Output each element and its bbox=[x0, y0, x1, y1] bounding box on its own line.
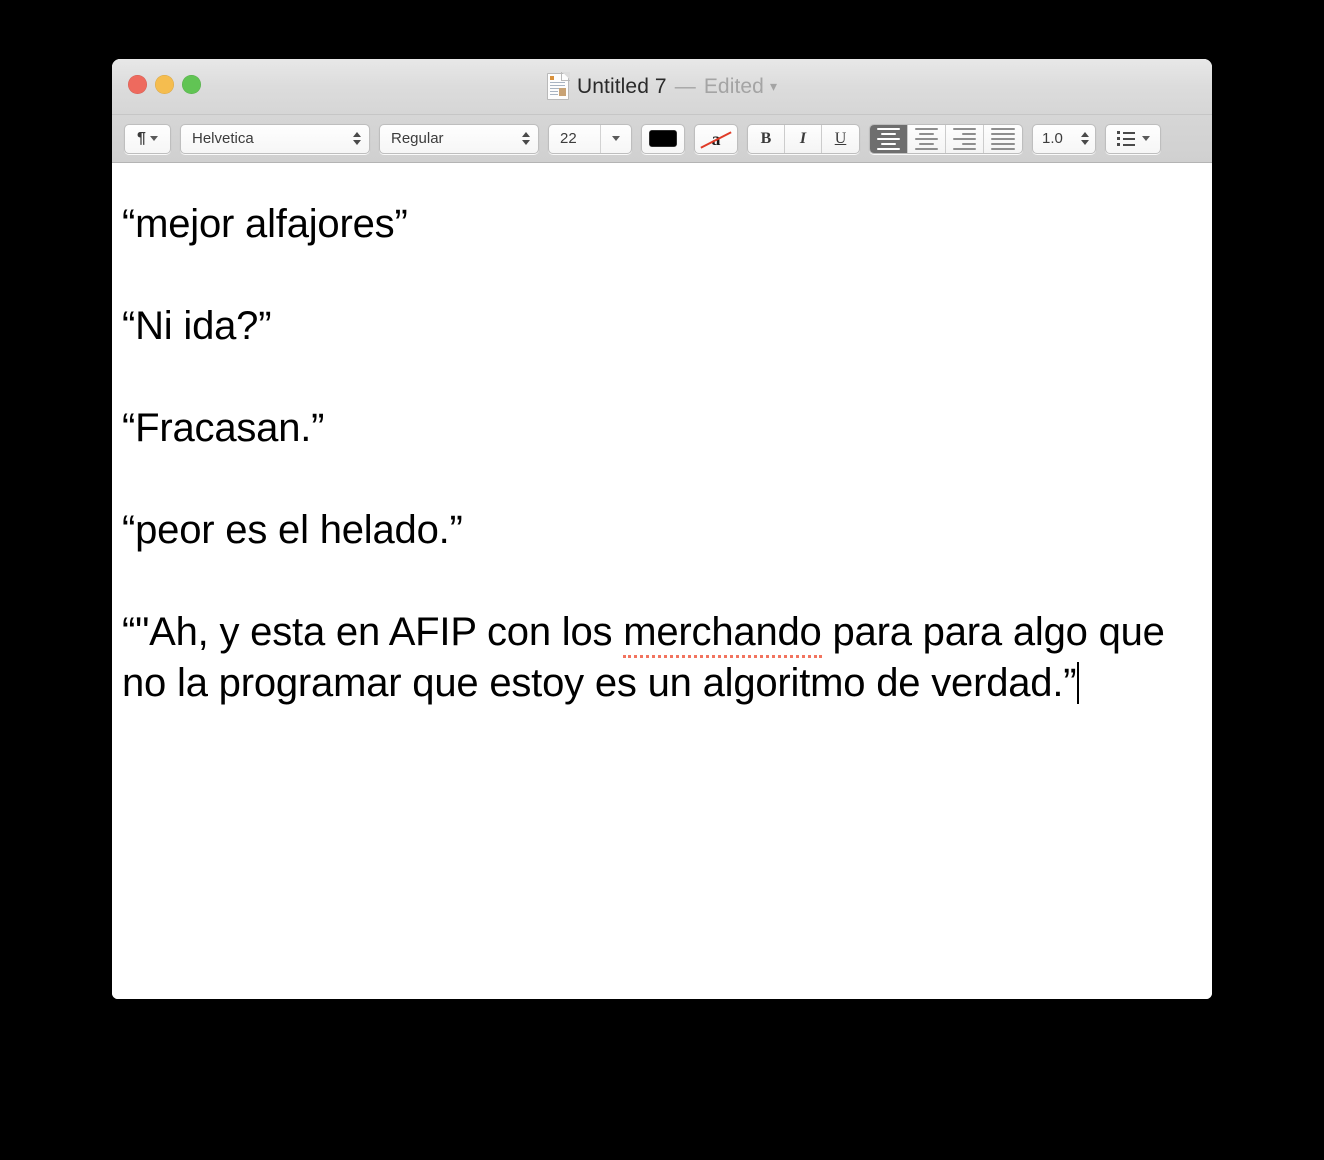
underline-button[interactable]: U bbox=[822, 125, 859, 153]
title-separator: — bbox=[674, 74, 696, 98]
align-justify-button[interactable] bbox=[984, 125, 1022, 153]
align-center-button[interactable] bbox=[908, 124, 946, 153]
document-text-area[interactable]: “mejor alfajores” “Ni ida?” “Fracasan.” … bbox=[122, 199, 1200, 709]
text-color-button[interactable] bbox=[641, 123, 685, 154]
minimize-window-button[interactable] bbox=[155, 75, 174, 94]
chevron-down-icon bbox=[612, 136, 620, 141]
stepper-icon bbox=[353, 132, 361, 145]
chevron-down-icon bbox=[149, 136, 158, 141]
window-titlebar: Untitled 7 — Edited ▾ bbox=[112, 59, 1212, 115]
font-family-select[interactable]: Helvetica bbox=[180, 123, 370, 154]
textedit-window: Untitled 7 — Edited ▾ ¶ Helvetica Regula… bbox=[112, 59, 1212, 999]
font-style-select[interactable]: Regular bbox=[379, 123, 539, 154]
window-title: Untitled 7 bbox=[576, 74, 667, 98]
formatting-toolbar: ¶ Helvetica Regular 22 a bbox=[112, 115, 1212, 163]
window-controls bbox=[128, 75, 201, 94]
paragraph: “mejor alfajores” bbox=[122, 202, 408, 246]
align-right-button[interactable] bbox=[946, 124, 984, 153]
maximize-window-button[interactable] bbox=[182, 75, 201, 94]
italic-button[interactable]: I bbox=[785, 124, 822, 153]
text-style-group: B I U bbox=[747, 123, 860, 154]
bulleted-list-icon bbox=[1116, 131, 1135, 146]
text-color-swatch bbox=[649, 130, 677, 147]
background-color-button[interactable]: a bbox=[694, 123, 738, 154]
line-spacing-value: 1.0 bbox=[1042, 130, 1063, 147]
paragraph: “Fracasan.” bbox=[122, 406, 325, 450]
misspelled-word[interactable]: merchando bbox=[623, 610, 822, 658]
document-page-icon bbox=[546, 72, 570, 100]
close-window-button[interactable] bbox=[128, 75, 147, 94]
align-left-button[interactable] bbox=[870, 124, 908, 153]
window-title-group: Untitled 7 — Edited ▾ bbox=[112, 59, 1212, 114]
font-size-dropdown-button[interactable] bbox=[600, 124, 631, 153]
chevron-down-icon[interactable]: ▾ bbox=[770, 78, 777, 95]
font-size-value: 22 bbox=[560, 130, 577, 147]
chevron-down-icon bbox=[1141, 136, 1150, 141]
paragraph-style-button[interactable]: ¶ bbox=[124, 123, 171, 154]
stepper-icon bbox=[1081, 132, 1089, 145]
paragraph-with-misspelling: “"Ah, y esta en AFIP con los merchando p… bbox=[122, 607, 1200, 709]
pilcrow-icon: ¶ bbox=[137, 129, 146, 147]
edited-status: Edited bbox=[703, 74, 764, 98]
document-canvas[interactable]: “mejor alfajores” “Ni ida?” “Fracasan.” … bbox=[112, 163, 1212, 999]
stepper-icon bbox=[522, 132, 530, 145]
alignment-group bbox=[869, 123, 1023, 154]
paragraph: “Ni ida?” bbox=[122, 304, 272, 348]
line-spacing-stepper[interactable]: 1.0 bbox=[1032, 123, 1096, 154]
font-size-combo[interactable]: 22 bbox=[548, 123, 632, 154]
list-style-button[interactable] bbox=[1105, 123, 1161, 154]
paragraph-text-before: “"Ah, y esta en AFIP con los bbox=[122, 610, 624, 654]
bold-button[interactable]: B bbox=[748, 124, 785, 153]
text-caret bbox=[1077, 662, 1080, 704]
font-family-value: Helvetica bbox=[192, 130, 254, 147]
font-style-value: Regular bbox=[391, 130, 444, 147]
paragraph: “peor es el helado.” bbox=[122, 508, 463, 552]
